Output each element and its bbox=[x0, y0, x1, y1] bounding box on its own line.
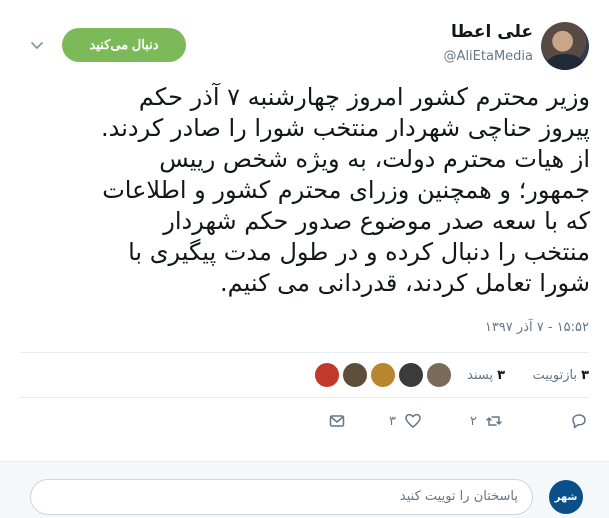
likes-count: ۳ bbox=[497, 368, 505, 383]
reply-action[interactable] bbox=[570, 412, 588, 430]
like-action[interactable]: ۳ bbox=[389, 412, 422, 430]
message-action[interactable] bbox=[328, 412, 346, 430]
heart-icon bbox=[405, 413, 421, 428]
liker-avatar[interactable] bbox=[426, 362, 452, 388]
retweets-stat[interactable]: ۳بازتوییت bbox=[533, 368, 589, 383]
retweet-action[interactable]: ۲ bbox=[470, 412, 503, 430]
retweet-count: ۲ bbox=[470, 413, 477, 429]
viewer-avatar[interactable]: شهر bbox=[549, 480, 583, 514]
likes-stat[interactable]: ۳پسند bbox=[467, 368, 505, 383]
tweet-line: منتخب را دنبال کرده و در طول مدت پیگیری … bbox=[128, 238, 590, 266]
liker-avatar[interactable] bbox=[398, 362, 424, 388]
retweets-label: بازتوییت bbox=[532, 368, 578, 383]
likes-label: پسند bbox=[467, 368, 494, 383]
liker-avatar[interactable] bbox=[370, 362, 396, 388]
tweet-line: پیروز حناچی شهردار منتخب شورا را صادر کر… bbox=[101, 114, 590, 142]
envelope-icon bbox=[329, 415, 345, 427]
tweet-card: علی اعطا @AliEtaMedia دنبال می‌کنید وزیر… bbox=[0, 0, 609, 518]
tweet-line: شورا تعامل کردند، قدردانی می کنیم. bbox=[220, 269, 590, 297]
tweet-line: وزیر محترم کشور امروز چهارشنبه ۷ آذر حکم bbox=[138, 83, 590, 111]
liker-avatar[interactable] bbox=[342, 362, 368, 388]
divider bbox=[20, 352, 589, 353]
retweets-count: ۳ bbox=[581, 368, 589, 383]
retweet-icon bbox=[486, 416, 502, 426]
chevron-down-icon[interactable] bbox=[28, 36, 46, 54]
reply-icon bbox=[572, 414, 586, 429]
reply-input[interactable]: پاسختان را توییت کنید bbox=[30, 479, 533, 515]
tweet-text: وزیر محترم کشور امروز چهارشنبه ۷ آذر حکم… bbox=[30, 82, 590, 299]
avatar-figure bbox=[547, 54, 583, 70]
like-count: ۳ bbox=[389, 413, 396, 429]
author-handle[interactable]: @AliEtaMedia bbox=[444, 49, 533, 64]
tweet-line: جمهور؛ و همچنین وزرای محترم کشور و اطلاع… bbox=[102, 176, 590, 204]
likers-avatars bbox=[312, 362, 452, 390]
reply-bar: پاسختان را توییت کنید شهر bbox=[0, 461, 609, 518]
divider bbox=[20, 397, 589, 398]
author-avatar[interactable] bbox=[541, 22, 589, 70]
following-button[interactable]: دنبال می‌کنید bbox=[62, 28, 186, 62]
tweet-line: که با سعه صدر موضوع صدور حکم شهردار bbox=[163, 207, 590, 235]
author-display-name[interactable]: علی اعطا bbox=[451, 22, 533, 42]
tweet-timestamp[interactable]: ۱۵:۵۲ - ۷ آذر ۱۳۹۷ bbox=[485, 320, 589, 335]
liker-avatar[interactable] bbox=[314, 362, 340, 388]
tweet-line: از هیات محترم دولت، به ویژه شخص رییس bbox=[159, 145, 590, 173]
